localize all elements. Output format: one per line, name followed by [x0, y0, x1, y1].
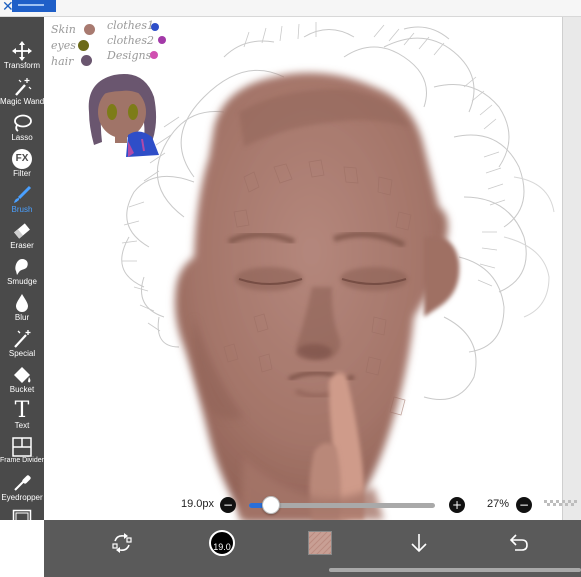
canvas-edge — [562, 17, 581, 520]
brush-settings-button[interactable]: 19.0 — [204, 520, 240, 566]
tool-label: Lasso — [11, 133, 33, 142]
brush-preview-value: 19.0 — [213, 542, 231, 552]
download-arrow-icon — [411, 534, 427, 553]
tool-label: Filter — [13, 169, 31, 178]
tool-filter[interactable]: FX Filter — [0, 147, 44, 183]
tool-text[interactable]: T Text — [0, 399, 44, 435]
tool-transform[interactable]: Transform — [0, 39, 44, 75]
tool-smudge[interactable]: Smudge — [0, 255, 44, 291]
smudge-icon — [15, 259, 28, 275]
tool-special[interactable]: Special — [0, 327, 44, 363]
bucket-icon — [14, 367, 31, 383]
tool-frame-divider[interactable]: Frame Divider — [0, 435, 44, 471]
palette-label: clothes2 — [107, 34, 154, 47]
tool-sidebar: Transform Magic Wand Lasso FX Filter Bru… — [0, 17, 44, 538]
tool-blur[interactable]: Blur — [0, 291, 44, 327]
tool-lasso[interactable]: Lasso — [0, 111, 44, 147]
top-tab[interactable] — [12, 0, 56, 12]
tool-label: Eyedropper — [1, 493, 43, 502]
tool-eraser[interactable]: Eraser — [0, 219, 44, 255]
decrease-size-button[interactable]: − — [220, 497, 236, 513]
tool-label: Frame Divider — [0, 457, 44, 464]
palette-label: Designs — [107, 49, 152, 62]
undo-button[interactable] — [500, 520, 536, 566]
brush-icon — [14, 185, 32, 203]
tool-brush[interactable]: Brush — [0, 183, 44, 219]
tool-label: Smudge — [7, 277, 37, 286]
layer-down-button[interactable] — [401, 520, 437, 566]
palette-label: eyes — [51, 39, 76, 52]
canvas-icon — [12, 509, 32, 529]
tool-label: Brush — [11, 205, 33, 214]
tool-label: Magic Wand — [0, 97, 45, 106]
zoom-out-button[interactable]: − — [516, 497, 532, 513]
ibis-paint-app: ✕ Transform Magic Wand Lasso FX Filter B… — [0, 0, 581, 577]
hair-swatch — [81, 55, 92, 66]
text-icon: T — [14, 398, 30, 423]
fx-filter-icon: FX — [12, 149, 32, 169]
swatch-pattern — [309, 532, 331, 554]
zoom-value: 27% — [487, 498, 510, 510]
tool-label: Eraser — [10, 241, 34, 250]
brush-size-slider[interactable] — [249, 496, 435, 514]
eraser-icon — [14, 223, 30, 239]
designs-swatch — [150, 51, 158, 59]
lasso-icon — [14, 114, 32, 132]
brush-preview: 19.0 — [209, 530, 235, 556]
tool-magic-wand[interactable]: Magic Wand — [0, 75, 44, 111]
color-swatch — [308, 531, 332, 555]
eyedropper-icon — [14, 475, 31, 491]
tool-label: Text — [14, 421, 30, 430]
tool-bucket[interactable]: Bucket — [0, 363, 44, 399]
tool-label: Blur — [14, 313, 30, 322]
chibi-reference — [88, 73, 159, 157]
rotate-canvas-button[interactable] — [104, 520, 140, 566]
frame-divider-icon — [12, 437, 32, 457]
tool-eyedropper[interactable]: Eyedropper — [0, 471, 44, 507]
drawing-canvas[interactable]: Skin eyes hair clothes1 clothes2 Designs — [44, 17, 562, 520]
brush-size-value: 19.0px — [181, 498, 215, 510]
face-painting — [175, 72, 460, 520]
palette-label: Skin — [51, 23, 76, 36]
tool-label: Special — [8, 349, 36, 358]
clothes1-swatch — [151, 23, 159, 31]
brush-size-row: 19.0px − + 27% − — [44, 491, 581, 519]
blur-drop-icon — [16, 294, 28, 312]
move-arrows-icon — [12, 41, 32, 61]
magic-wand-icon — [15, 78, 32, 96]
eyes-swatch — [78, 40, 89, 51]
tool-label: Transform — [3, 61, 41, 70]
tool-label: Canvas — [8, 529, 36, 538]
slider-thumb[interactable] — [262, 496, 281, 514]
color-button[interactable] — [302, 520, 338, 566]
special-wand-icon — [14, 330, 31, 348]
tool-label: Bucket — [9, 385, 35, 394]
artwork — [88, 22, 555, 520]
tool-canvas[interactable]: Canvas — [0, 507, 44, 541]
palette-label: clothes1 — [107, 19, 154, 32]
checker-strip — [544, 500, 577, 506]
clothes2-swatch — [158, 36, 166, 44]
rotate-arrows-icon — [112, 533, 132, 553]
home-indicator — [329, 568, 581, 572]
undo-arrow-icon — [509, 534, 528, 551]
increase-size-button[interactable]: + — [449, 497, 465, 513]
skin-swatch — [84, 24, 95, 35]
bottom-toolbar: 19.0 — [44, 520, 581, 577]
palette-label: hair — [51, 55, 74, 68]
top-status-strip: ✕ — [0, 0, 581, 17]
